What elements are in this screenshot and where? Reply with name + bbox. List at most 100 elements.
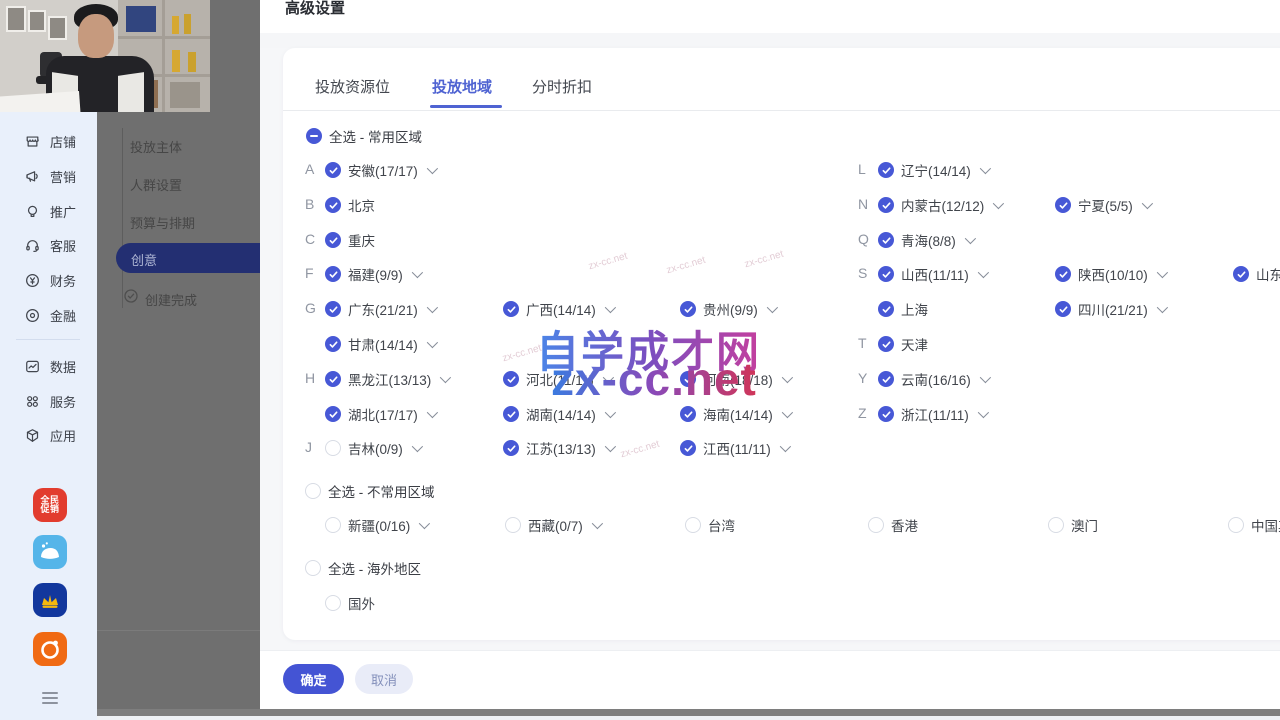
checkbox-indeterminate[interactable] (306, 128, 322, 144)
checkbox-checked[interactable] (878, 266, 894, 282)
checkbox-unchecked[interactable] (305, 483, 321, 499)
checkbox-unchecked[interactable] (868, 517, 884, 533)
chevron-down-icon[interactable] (412, 441, 423, 452)
region-item[interactable]: 国外 (325, 593, 375, 613)
region-item[interactable]: 台湾 (685, 515, 735, 535)
region-item[interactable]: 新疆(0/16) (325, 515, 427, 535)
checkbox-checked[interactable] (325, 371, 341, 387)
region-item[interactable]: 天津 (878, 334, 928, 354)
sidebar-item-2[interactable]: 营销 (24, 167, 76, 185)
region-item[interactable]: 广西(14/14) (503, 299, 613, 319)
chevron-down-icon[interactable] (782, 407, 793, 418)
sidebar-item-6[interactable]: 金融 (24, 306, 76, 324)
checkbox-checked[interactable] (680, 301, 696, 317)
checkbox-checked[interactable] (503, 371, 519, 387)
chevron-down-icon[interactable] (592, 518, 603, 529)
chevron-down-icon[interactable] (419, 518, 430, 529)
region-item[interactable]: 海南(14/14) (680, 404, 790, 424)
checkbox-checked[interactable] (325, 301, 341, 317)
sidebar-item-5[interactable]: 财务 (24, 271, 76, 289)
whale-app[interactable] (33, 535, 67, 569)
chevron-down-icon[interactable] (965, 233, 976, 244)
chevron-down-icon[interactable] (980, 372, 991, 383)
sidebar-item-8[interactable]: 服务 (24, 392, 76, 410)
checkbox-checked[interactable] (1233, 266, 1249, 282)
chevron-down-icon[interactable] (978, 407, 989, 418)
chevron-down-icon[interactable] (605, 302, 616, 313)
chevron-down-icon[interactable] (767, 302, 778, 313)
region-item[interactable]: 江西(11/11) (680, 438, 788, 458)
region-item[interactable]: 湖北(17/17) (325, 404, 435, 424)
select-all-overseas-regions[interactable]: 全选 - 海外地区 (305, 558, 421, 578)
quanmin-cuxiao-app[interactable]: 全民促销 (33, 488, 67, 522)
checkbox-checked[interactable] (878, 371, 894, 387)
chevron-down-icon[interactable] (412, 267, 423, 278)
checkbox-checked[interactable] (325, 162, 341, 178)
sidebar-item-7[interactable]: 数据 (24, 357, 76, 375)
chevron-down-icon[interactable] (980, 163, 991, 174)
chevron-down-icon[interactable] (780, 441, 791, 452)
checkbox-checked[interactable] (325, 197, 341, 213)
region-item[interactable]: 澳门 (1048, 515, 1098, 535)
checkbox-unchecked[interactable] (1048, 517, 1064, 533)
checkbox-checked[interactable] (503, 301, 519, 317)
region-item[interactable]: 西藏(0/7) (505, 515, 600, 535)
checkbox-checked[interactable] (325, 232, 341, 248)
checkbox-checked[interactable] (1055, 266, 1071, 282)
region-item[interactable]: 江苏(13/13) (503, 438, 613, 458)
checkbox-unchecked[interactable] (685, 517, 701, 533)
region-item[interactable]: 山西(11/11) (878, 264, 986, 284)
region-item[interactable]: 宁夏(5/5) (1055, 195, 1150, 215)
checkbox-checked[interactable] (878, 162, 894, 178)
chevron-down-icon[interactable] (1157, 302, 1168, 313)
chevron-down-icon[interactable] (605, 407, 616, 418)
region-item[interactable]: 贵州(9/9) (680, 299, 775, 319)
chevron-down-icon[interactable] (993, 198, 1004, 209)
region-item[interactable]: 香港 (868, 515, 918, 535)
checkbox-unchecked[interactable] (325, 440, 341, 456)
region-item[interactable]: 上海 (878, 299, 928, 319)
chevron-down-icon[interactable] (978, 267, 989, 278)
chevron-down-icon[interactable] (782, 372, 793, 383)
checkbox-unchecked[interactable] (325, 595, 341, 611)
checkbox-checked[interactable] (325, 406, 341, 422)
region-item[interactable]: 福建(9/9) (325, 264, 420, 284)
coin-app[interactable] (33, 632, 67, 666)
chevron-down-icon[interactable] (605, 441, 616, 452)
region-item[interactable]: 四川(21/21) (1055, 299, 1165, 319)
sidebar-item-3[interactable]: 推广 (24, 202, 76, 220)
region-item[interactable]: 山东(17/17) (1233, 264, 1280, 284)
region-item[interactable]: 辽宁(14/14) (878, 160, 988, 180)
region-item[interactable]: 北京 (325, 195, 375, 215)
chevron-down-icon[interactable] (427, 337, 438, 348)
chevron-down-icon[interactable] (1142, 198, 1153, 209)
region-item[interactable]: 浙江(11/11) (878, 404, 986, 424)
sidebar-item-4[interactable]: 客服 (24, 236, 76, 254)
checkbox-checked[interactable] (878, 301, 894, 317)
region-item[interactable]: 吉林(0/9) (325, 438, 420, 458)
confirm-button[interactable]: 确定 (283, 664, 344, 694)
region-item[interactable]: 青海(8/8) (878, 230, 973, 250)
region-item[interactable]: 安徽(17/17) (325, 160, 435, 180)
region-item[interactable]: 陕西(10/10) (1055, 264, 1165, 284)
region-item[interactable]: 广东(21/21) (325, 299, 435, 319)
checkbox-checked[interactable] (325, 266, 341, 282)
checkbox-checked[interactable] (503, 406, 519, 422)
checkbox-checked[interactable] (878, 336, 894, 352)
chevron-down-icon[interactable] (427, 407, 438, 418)
cancel-button[interactable]: 取消 (355, 664, 413, 694)
select-all-uncommon-regions[interactable]: 全选 - 不常用区域 (305, 481, 435, 501)
region-item[interactable]: 湖南(14/14) (503, 404, 613, 424)
region-item[interactable]: 内蒙古(12/12) (878, 195, 1001, 215)
checkbox-unchecked[interactable] (325, 517, 341, 533)
sidebar-item-1[interactable]: 店铺 (24, 132, 76, 150)
checkbox-checked[interactable] (680, 440, 696, 456)
region-item[interactable]: 甘肃(14/14) (325, 334, 435, 354)
checkbox-checked[interactable] (680, 406, 696, 422)
chevron-down-icon[interactable] (1157, 267, 1168, 278)
checkbox-checked[interactable] (878, 197, 894, 213)
checkbox-checked[interactable] (1055, 301, 1071, 317)
region-item[interactable]: 中国其他 (1228, 515, 1280, 535)
collapse-menu-button[interactable] (42, 689, 58, 707)
checkbox-checked[interactable] (503, 440, 519, 456)
